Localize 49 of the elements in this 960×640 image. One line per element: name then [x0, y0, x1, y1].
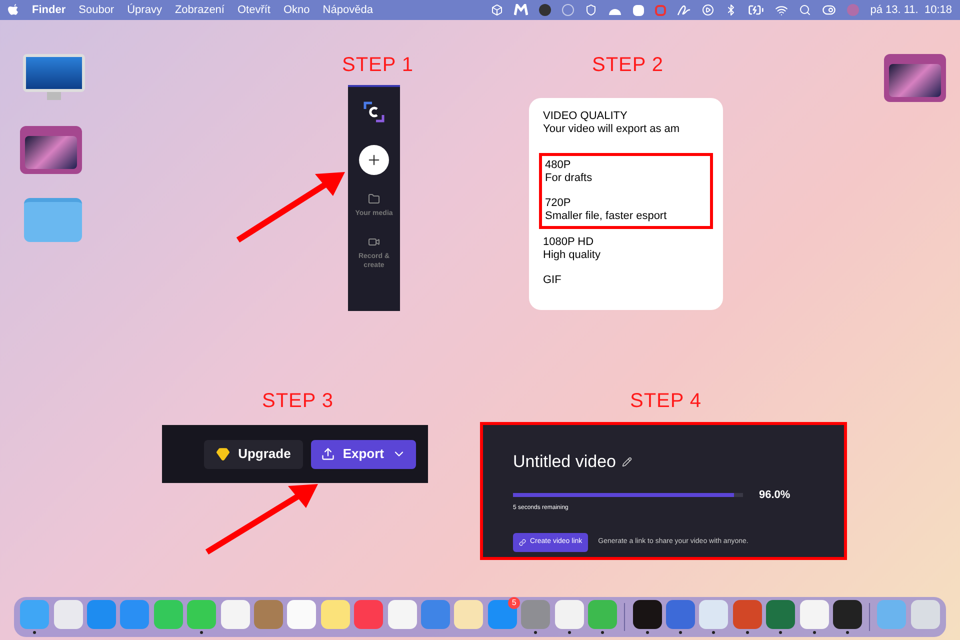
gem-icon	[216, 447, 230, 461]
menu-item[interactable]: Úpravy	[127, 2, 162, 18]
option-description: Smaller file, faster esport	[545, 210, 668, 223]
menu-item[interactable]: Nápověda	[322, 2, 373, 18]
card-title: VIDEO QUALITY	[543, 110, 628, 123]
option-name[interactable]: GIF	[543, 274, 709, 287]
option-description: High quality	[543, 249, 602, 262]
menu-item[interactable]: Okno	[284, 2, 310, 18]
option-name[interactable]: 720P	[545, 197, 707, 210]
folder-icon	[368, 193, 380, 205]
menu-item[interactable]: Otevřít	[237, 2, 270, 18]
search-icon[interactable]	[799, 4, 812, 16]
control-center-icon[interactable]	[822, 3, 836, 17]
wifi-icon[interactable]	[775, 4, 788, 16]
app-icon[interactable]	[832, 600, 862, 629]
m-logo-icon[interactable]	[514, 4, 528, 16]
menu-item[interactable]: Soubor	[78, 2, 114, 18]
upgrade-button[interactable]: Upgrade	[204, 440, 303, 468]
option-name[interactable]: 1080P HD	[543, 236, 709, 249]
play-icon[interactable]	[702, 4, 714, 16]
step-label: STEP 2	[592, 53, 664, 78]
photo-folder-icon[interactable]	[20, 126, 82, 174]
shield-icon[interactable]	[585, 4, 598, 16]
apple-icon[interactable]	[8, 4, 19, 16]
video-title: Untitled video	[513, 451, 616, 473]
option-name[interactable]: 480P	[545, 159, 707, 172]
box-icon[interactable]	[491, 4, 504, 16]
card-subtitle: Your video will export as am	[543, 123, 681, 136]
logo-icon	[363, 101, 385, 123]
clock[interactable]: pá 13. 11. 10:18	[870, 2, 952, 18]
step-label: STEP 1	[342, 53, 414, 78]
notification-badge: 5	[508, 597, 520, 609]
plus-icon	[366, 152, 382, 168]
option-description: For drafts	[545, 172, 594, 185]
app-icon[interactable]	[632, 600, 662, 629]
folder-icon[interactable]	[24, 198, 82, 242]
menu-item[interactable]: Finder	[32, 2, 66, 18]
link-icon	[519, 539, 526, 546]
pencil-icon[interactable]	[622, 456, 632, 467]
signature-icon[interactable]	[677, 4, 692, 16]
step-label: STEP 4	[630, 389, 702, 414]
progress-reading: 96.0%	[759, 488, 790, 502]
step-label: STEP 3	[262, 389, 334, 414]
camera-icon	[368, 236, 380, 248]
menu-item[interactable]: Zobrazení	[174, 2, 224, 18]
export-button[interactable]: Export	[310, 440, 416, 468]
photo-folder-icon[interactable]	[884, 54, 946, 102]
upload-icon	[320, 447, 335, 461]
add-button[interactable]	[359, 145, 389, 175]
